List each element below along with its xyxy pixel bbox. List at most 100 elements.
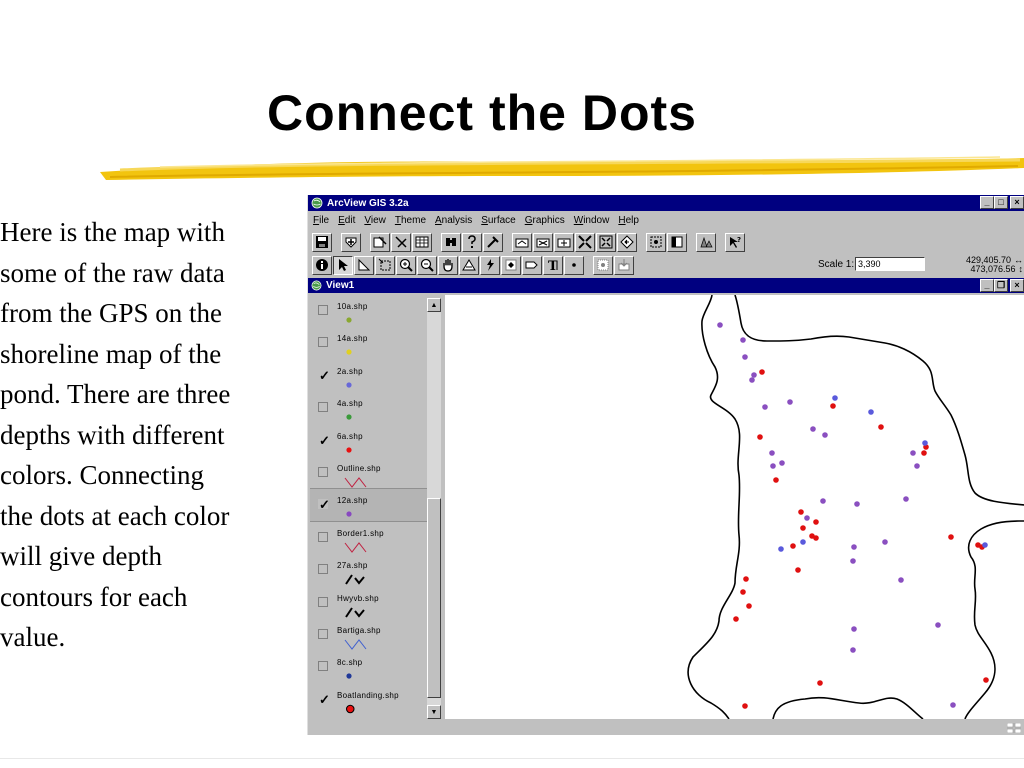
gps-point-blue[interactable] xyxy=(982,542,988,548)
gps-point-purple[interactable] xyxy=(910,450,916,456)
gps-point-purple[interactable] xyxy=(740,337,746,343)
toc-layer[interactable]: ✓ 12a.shp xyxy=(310,488,429,523)
toc-layer[interactable]: Hwyvb.shp xyxy=(310,587,428,619)
scroll-up-icon[interactable]: ▲ xyxy=(427,298,441,312)
save-icon[interactable] xyxy=(312,232,332,252)
gps-point-purple[interactable] xyxy=(810,426,816,432)
pan-icon[interactable] xyxy=(438,255,458,275)
gps-point-purple[interactable] xyxy=(749,377,755,383)
checkbox-unchecked[interactable] xyxy=(318,305,328,315)
query-icon[interactable] xyxy=(462,232,482,252)
gps-point-purple[interactable] xyxy=(854,501,860,507)
checkbox-unchecked[interactable] xyxy=(318,629,328,639)
gps-point-purple[interactable] xyxy=(935,622,941,628)
menu-surface[interactable]: Surface xyxy=(476,214,519,229)
theme-properties-icon[interactable] xyxy=(370,232,390,252)
checkbox-unchecked[interactable] xyxy=(318,337,328,348)
menu-graphics[interactable]: Graphics xyxy=(520,214,569,229)
checkbox-unchecked[interactable] xyxy=(318,564,328,575)
scale-input[interactable]: 3,390 xyxy=(855,257,925,271)
gps-point-red[interactable] xyxy=(742,703,748,709)
gps-point-red[interactable] xyxy=(800,525,806,531)
toc-layer[interactable]: ✓ 6a.shp xyxy=(310,425,428,457)
snap-icon[interactable] xyxy=(593,255,613,275)
vertex-edit-icon[interactable] xyxy=(354,255,374,275)
add-theme-icon[interactable] xyxy=(341,232,361,252)
gps-point-purple[interactable] xyxy=(851,626,857,632)
gps-point-purple[interactable] xyxy=(850,558,856,564)
checkbox-unchecked[interactable] xyxy=(318,596,328,607)
select-feature-icon[interactable] xyxy=(667,232,687,252)
zoom-out-icon[interactable] xyxy=(417,255,437,275)
zoom-in-fixed-icon[interactable] xyxy=(575,232,595,252)
gps-point-purple[interactable] xyxy=(779,460,785,466)
measure-icon[interactable] xyxy=(459,255,479,275)
gps-point-purple[interactable] xyxy=(762,404,768,410)
menu-analysis[interactable]: Analysis xyxy=(430,214,476,229)
checkbox-unchecked[interactable] xyxy=(318,402,328,413)
locate-address-icon[interactable] xyxy=(483,232,503,252)
gps-point-purple[interactable] xyxy=(850,647,856,653)
view-minimize-button[interactable]: _ xyxy=(980,279,994,292)
gps-point-red[interactable] xyxy=(740,589,746,595)
text-icon[interactable]: T xyxy=(543,255,563,275)
checkbox-checked[interactable]: ✓ xyxy=(318,434,330,447)
maximize-button[interactable]: □ xyxy=(994,196,1008,209)
checkbox-checked[interactable]: ✓ xyxy=(318,369,330,382)
zoom-to-active-icon[interactable] xyxy=(512,232,532,252)
gps-point-red[interactable] xyxy=(790,543,796,549)
pointer-icon[interactable] xyxy=(333,255,353,275)
gps-point-purple[interactable] xyxy=(914,463,920,469)
identify-icon[interactable] xyxy=(312,255,332,275)
find-icon[interactable] xyxy=(441,232,461,252)
gps-point-red[interactable] xyxy=(759,369,765,375)
menu-view[interactable]: View xyxy=(359,214,390,229)
gps-point-red[interactable] xyxy=(983,677,989,683)
gps-point-purple[interactable] xyxy=(787,399,793,405)
edit-legend-icon[interactable] xyxy=(391,232,411,252)
gps-point-red[interactable] xyxy=(878,424,884,430)
area-of-interest-icon[interactable] xyxy=(501,255,521,275)
checkbox-checked[interactable]: ✓ xyxy=(318,498,330,511)
gps-point-red[interactable] xyxy=(733,616,739,622)
gps-point-red[interactable] xyxy=(921,450,927,456)
gps-point-blue[interactable] xyxy=(832,395,838,401)
map-canvas[interactable] xyxy=(445,295,1024,719)
gps-point-blue[interactable] xyxy=(922,440,928,446)
gps-point-blue[interactable] xyxy=(778,546,784,552)
zoom-in-icon[interactable] xyxy=(396,255,416,275)
gps-point-purple[interactable] xyxy=(950,702,956,708)
toc-layer[interactable]: Outline.shp xyxy=(310,457,428,489)
menu-file[interactable]: File xyxy=(308,214,333,229)
toc-layer[interactable]: Border1.shp xyxy=(310,522,428,554)
toc-layer[interactable]: 27a.shp xyxy=(310,554,428,586)
drop-icon[interactable] xyxy=(614,255,634,275)
menu-help[interactable]: Help xyxy=(613,214,643,229)
layout-icon[interactable] xyxy=(696,232,716,252)
toc-layer[interactable]: ✓ Boatlanding.shp xyxy=(310,684,428,716)
close-button[interactable]: × xyxy=(1010,196,1024,209)
view-restore-button[interactable]: ❐ xyxy=(994,279,1008,292)
checkbox-unchecked[interactable] xyxy=(318,531,328,542)
resize-grip-icon[interactable] xyxy=(1007,723,1021,733)
gps-point-red[interactable] xyxy=(757,434,763,440)
hotlink-icon[interactable] xyxy=(480,255,500,275)
view-close-button[interactable]: × xyxy=(1010,279,1024,292)
label-icon[interactable] xyxy=(522,255,542,275)
zoom-out-fixed-icon[interactable] xyxy=(596,232,616,252)
toc-layer[interactable]: 10a.shp xyxy=(310,295,428,327)
gps-point-purple[interactable] xyxy=(898,577,904,583)
gps-point-red[interactable] xyxy=(746,603,752,609)
gps-point-purple[interactable] xyxy=(769,450,775,456)
menu-edit[interactable]: Edit xyxy=(333,214,359,229)
gps-point-purple[interactable] xyxy=(804,515,810,521)
clear-selection-icon[interactable] xyxy=(646,232,666,252)
gps-point-purple[interactable] xyxy=(903,496,909,502)
help-icon[interactable]: ? xyxy=(725,232,745,252)
gps-point-red[interactable] xyxy=(817,680,823,686)
select-feature-tool-icon[interactable] xyxy=(375,255,395,275)
gps-point-purple[interactable] xyxy=(770,463,776,469)
gps-point-purple[interactable] xyxy=(717,322,723,328)
toc-layer[interactable]: 4a.shp xyxy=(310,392,428,424)
gps-point-purple[interactable] xyxy=(820,498,826,504)
